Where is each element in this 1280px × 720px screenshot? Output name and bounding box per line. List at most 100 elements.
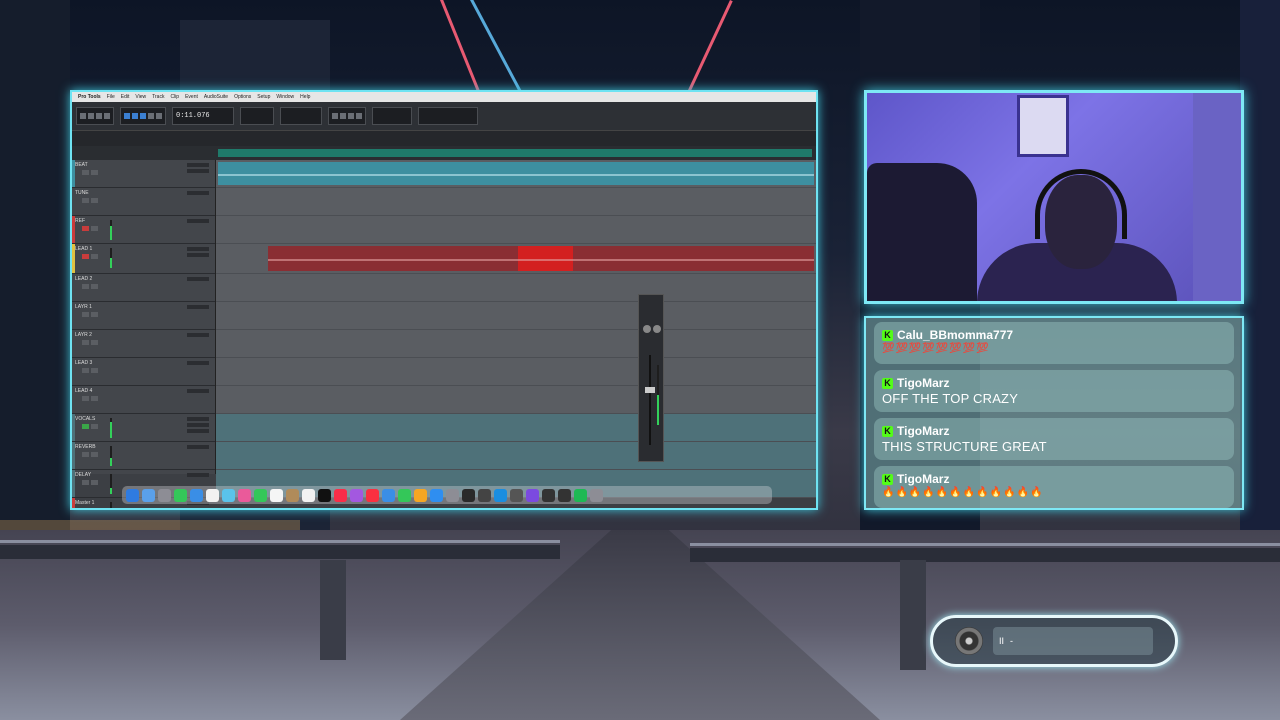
tune-lane bbox=[216, 188, 816, 216]
building bbox=[1240, 0, 1280, 540]
messages-icon[interactable] bbox=[174, 488, 187, 502]
headphones bbox=[1035, 169, 1127, 239]
track-header[interactable]: LEAD 3 bbox=[72, 358, 215, 386]
track-header[interactable]: BEAT bbox=[72, 160, 215, 188]
menu-file[interactable]: File bbox=[107, 94, 115, 100]
kick-badge-icon: K bbox=[882, 377, 893, 389]
menu-clip[interactable]: Clip bbox=[170, 94, 179, 100]
chat-message: K TigoMarz OFF THE TOP CRAZY bbox=[874, 370, 1234, 412]
system-settings-icon[interactable] bbox=[446, 488, 459, 502]
apple-tv-icon[interactable] bbox=[318, 488, 331, 502]
tempo-ruler bbox=[72, 146, 816, 160]
timeline[interactable] bbox=[216, 160, 816, 498]
spot-button[interactable] bbox=[96, 113, 102, 119]
track-header[interactable]: TUNE bbox=[72, 188, 215, 216]
track-header[interactable]: LEAD 1 bbox=[72, 244, 215, 274]
music-icon[interactable] bbox=[334, 488, 347, 502]
track-header[interactable]: LEAD 2 bbox=[72, 274, 215, 302]
pan-knob-right[interactable] bbox=[653, 325, 661, 333]
main-counter: 0:11.076 bbox=[172, 107, 234, 125]
track-name: LEAD 4 bbox=[75, 388, 93, 394]
webcam-feed bbox=[864, 90, 1244, 304]
menu-options[interactable]: Options bbox=[234, 94, 251, 100]
play-icon[interactable] bbox=[348, 113, 354, 119]
menu-window[interactable]: Window bbox=[276, 94, 294, 100]
lane bbox=[216, 330, 816, 358]
slip-button[interactable] bbox=[88, 113, 94, 119]
now-playing-widget: II - bbox=[930, 615, 1178, 667]
track-header[interactable]: REF bbox=[72, 216, 215, 244]
news-icon[interactable] bbox=[366, 488, 379, 502]
pause-icon[interactable]: II bbox=[999, 636, 1004, 646]
trash-icon[interactable] bbox=[590, 488, 603, 502]
menu-audiosuite[interactable]: AudioSuite bbox=[204, 94, 228, 100]
keynote-icon[interactable] bbox=[382, 488, 395, 502]
grid-button[interactable] bbox=[104, 113, 110, 119]
app-icon[interactable] bbox=[494, 488, 507, 502]
safari-icon[interactable] bbox=[142, 488, 155, 502]
photos-icon[interactable] bbox=[238, 488, 251, 502]
audio-clip[interactable] bbox=[268, 246, 518, 271]
track-header[interactable]: LAYR 1 bbox=[72, 302, 215, 330]
lane bbox=[216, 358, 816, 386]
menu-event[interactable]: Event bbox=[185, 94, 198, 100]
chat-message: K Calu_BBmomma777 💯💯💯💯💯💯💯💯 bbox=[874, 322, 1234, 364]
pencil-tool-icon[interactable] bbox=[156, 113, 162, 119]
numbers-icon[interactable] bbox=[398, 488, 411, 502]
track-list: BEAT TUNE REF LEAD 1 LEAD 2 LAYR 1 LAYR … bbox=[72, 160, 216, 508]
maps-icon[interactable] bbox=[222, 488, 235, 502]
track-header[interactable]: REVERB bbox=[72, 442, 215, 470]
finder-icon[interactable] bbox=[126, 488, 139, 502]
track-name: REVERB bbox=[75, 444, 96, 450]
zoom-tool-icon[interactable] bbox=[124, 113, 130, 119]
notes-icon[interactable] bbox=[206, 488, 219, 502]
track-title: - bbox=[1010, 636, 1014, 646]
audio-clip[interactable] bbox=[573, 246, 814, 271]
selector-tool-icon[interactable] bbox=[140, 113, 146, 119]
app-menu[interactable]: Pro Tools bbox=[78, 94, 101, 100]
app-icon[interactable] bbox=[542, 488, 555, 502]
track-name: LEAD 1 bbox=[75, 246, 93, 252]
track-header[interactable]: LEAD 4 bbox=[72, 386, 215, 414]
track-header[interactable]: VOCALS bbox=[72, 414, 215, 442]
track-header[interactable]: LAYR 2 bbox=[72, 330, 215, 358]
record-icon[interactable] bbox=[356, 113, 362, 119]
pro-tools-icon[interactable] bbox=[526, 488, 539, 502]
selected-audio-clip[interactable] bbox=[518, 246, 573, 271]
aux-lane bbox=[216, 414, 816, 442]
track-name: BEAT bbox=[75, 162, 88, 168]
volume-fader[interactable] bbox=[645, 387, 655, 393]
menu-bar: Pro Tools File Edit View Track Clip Even… bbox=[72, 92, 816, 102]
kick-badge-icon: K bbox=[882, 329, 893, 341]
spotify-icon[interactable] bbox=[574, 488, 587, 502]
contacts-icon[interactable] bbox=[286, 488, 299, 502]
audio-clip[interactable] bbox=[218, 162, 814, 185]
podcasts-icon[interactable] bbox=[350, 488, 363, 502]
now-playing-bar: II - bbox=[993, 627, 1153, 655]
rewind-icon[interactable] bbox=[332, 113, 338, 119]
ilok-icon[interactable] bbox=[478, 488, 491, 502]
menu-setup[interactable]: Setup bbox=[257, 94, 270, 100]
menu-help[interactable]: Help bbox=[300, 94, 310, 100]
pages-icon[interactable] bbox=[414, 488, 427, 502]
menu-edit[interactable]: Edit bbox=[121, 94, 130, 100]
activity-monitor-icon[interactable] bbox=[462, 488, 475, 502]
menu-track[interactable]: Track bbox=[152, 94, 164, 100]
pan-knob-left[interactable] bbox=[643, 325, 651, 333]
aux-lane bbox=[216, 442, 816, 470]
grabber-tool-icon[interactable] bbox=[148, 113, 154, 119]
reminders-icon[interactable] bbox=[302, 488, 315, 502]
bridge-pillar bbox=[320, 560, 346, 660]
trim-tool-icon[interactable] bbox=[132, 113, 138, 119]
calendar-icon[interactable] bbox=[270, 488, 283, 502]
launchpad-icon[interactable] bbox=[158, 488, 171, 502]
mail-icon[interactable] bbox=[190, 488, 203, 502]
app-icon[interactable] bbox=[558, 488, 571, 502]
facetime-icon[interactable] bbox=[254, 488, 267, 502]
menu-view[interactable]: View bbox=[135, 94, 146, 100]
stop-icon[interactable] bbox=[340, 113, 346, 119]
app-store-icon[interactable] bbox=[430, 488, 443, 502]
track-name: Master 1 bbox=[75, 500, 95, 506]
shuffle-button[interactable] bbox=[80, 113, 86, 119]
app-icon[interactable] bbox=[510, 488, 523, 502]
